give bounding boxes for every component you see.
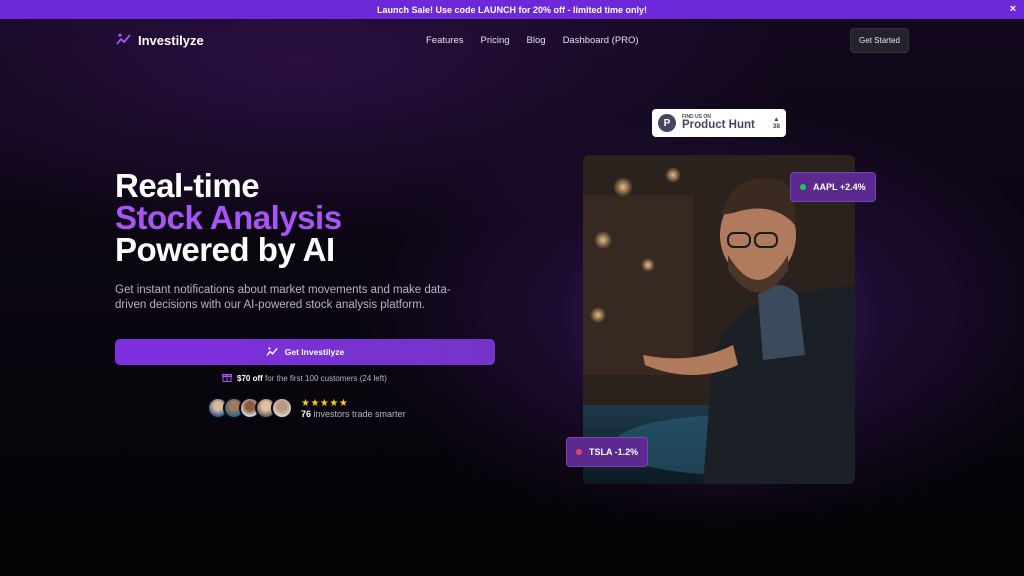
promo-banner-text: Launch Sale! Use code LAUNCH for 20% off… <box>376 4 648 15</box>
nav-links: Features Pricing Blog Dashboard (PRO) <box>426 35 639 46</box>
nav-link-dashboard[interactable]: Dashboard (PRO) <box>563 35 639 46</box>
product-hunt-title: Product Hunt <box>682 118 755 131</box>
get-started-button[interactable]: Get Started <box>850 28 909 53</box>
investors-text: investors trade smarter <box>313 408 406 419</box>
close-icon[interactable]: × <box>1010 2 1016 16</box>
top-nav: Investilyze Features Pricing Blog Dashbo… <box>0 19 1024 63</box>
ticker-label: TSLA -1.2% <box>589 447 639 457</box>
ticker-pill-tsla: TSLA -1.2% <box>566 437 649 467</box>
status-dot-up <box>800 184 806 190</box>
offer-amount: $70 off <box>237 373 263 383</box>
sparkle-chart-icon <box>116 32 132 49</box>
hero-subtitle: Get instant notifications about market m… <box>115 284 451 311</box>
discount-offer: $70 off for the first 100 customers (24 … <box>222 372 387 384</box>
nav-link-pricing[interactable]: Pricing <box>481 35 510 46</box>
nav-link-blog[interactable]: Blog <box>527 35 546 46</box>
hero-title-line-3: Powered by AI <box>115 231 335 268</box>
gift-icon <box>222 372 232 384</box>
upvote-arrow-icon: ▲ <box>773 115 780 123</box>
status-dot-down <box>576 449 582 455</box>
offer-details: for the first 100 customers (24 left) <box>265 373 387 383</box>
brand-name: Investilyze <box>138 33 204 48</box>
ticker-pill-aapl: AAPL +2.4% <box>790 172 876 202</box>
avatar-stack <box>207 397 293 419</box>
social-proof: ★★★★★ 76 investors trade smarter <box>207 397 406 419</box>
avatar <box>271 397 293 419</box>
upvote-count: 38 <box>772 123 780 130</box>
hero-title: Real-time Stock Analysis Powered by AI <box>115 167 342 268</box>
product-hunt-logo-icon: P <box>658 114 676 132</box>
get-investilyze-button[interactable]: Get Investilyze <box>115 339 495 365</box>
sparkle-chart-icon <box>266 346 279 359</box>
ticker-label: AAPL +2.4% <box>813 182 866 192</box>
product-hunt-badge[interactable]: P FIND US ON Product Hunt ▲ 38 <box>652 109 786 137</box>
hero-title-line-1: Real-time <box>115 167 260 204</box>
rating-stars: ★★★★★ <box>301 397 349 409</box>
promo-banner: Launch Sale! Use code LAUNCH for 20% off… <box>0 0 1024 19</box>
nav-link-features[interactable]: Features <box>426 35 464 46</box>
hero-title-line-2: Stock Analysis <box>115 199 342 236</box>
brand-logo[interactable]: Investilyze <box>116 32 204 49</box>
hero-photo <box>583 155 855 484</box>
investors-count: 76 <box>301 408 312 419</box>
cta-label: Get Investilyze <box>284 347 345 357</box>
